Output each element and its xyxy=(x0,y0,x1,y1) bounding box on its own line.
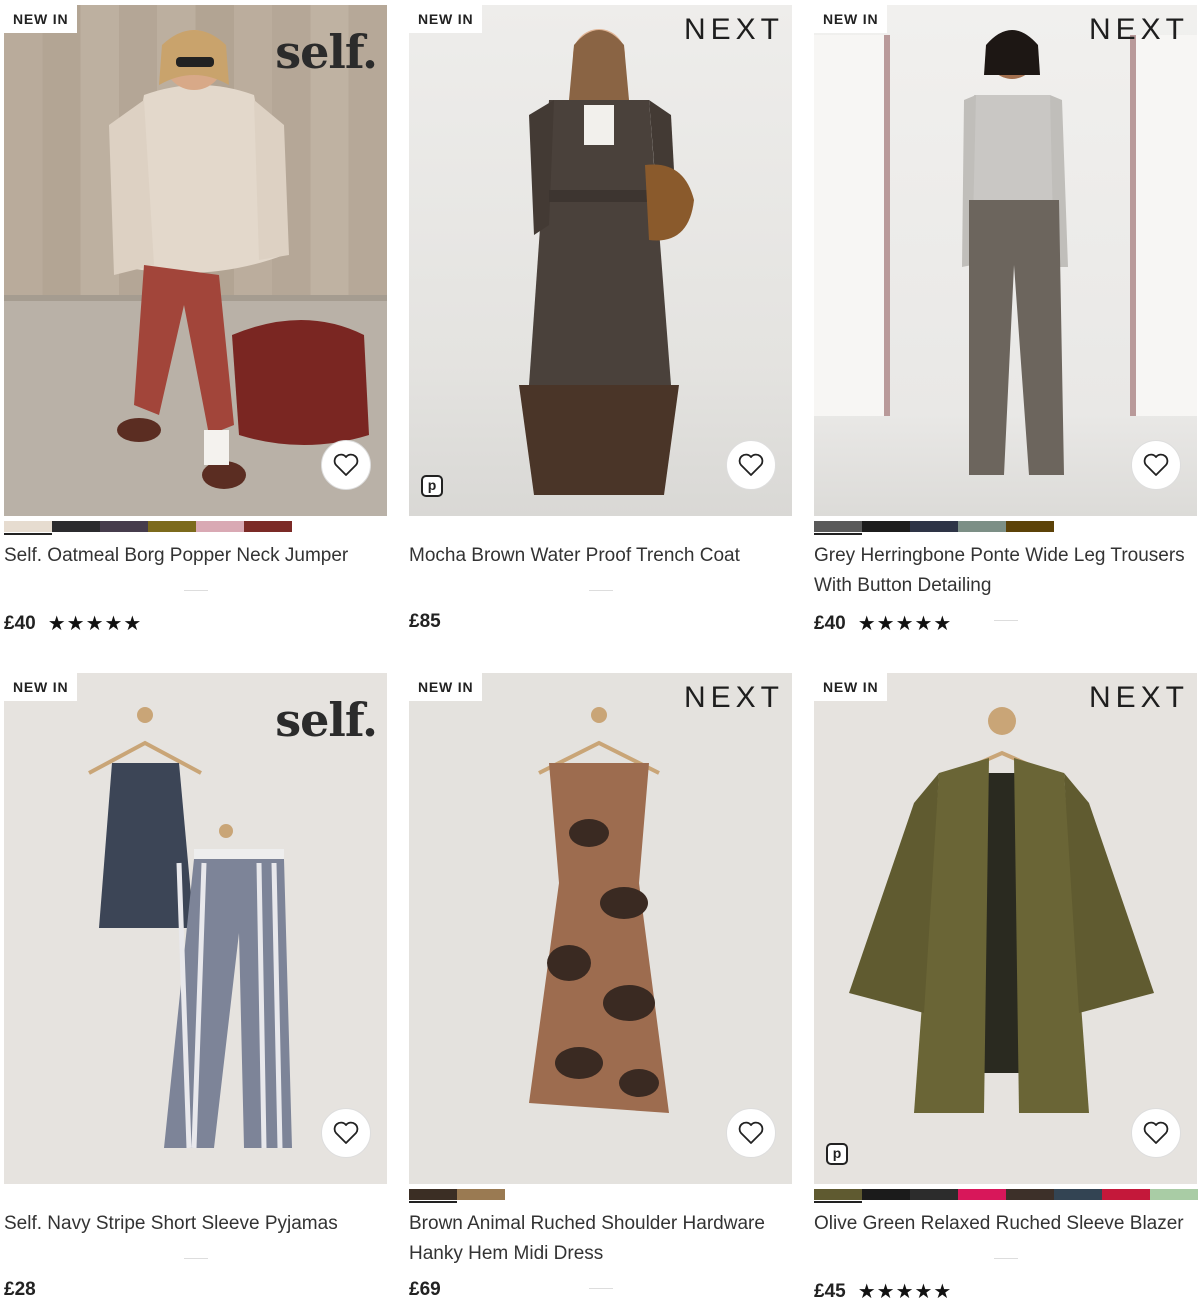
product-price: £40 xyxy=(4,612,36,634)
heart-icon xyxy=(1143,1121,1169,1144)
swatch-pink[interactable] xyxy=(196,521,244,532)
swatch-check[interactable] xyxy=(958,521,1006,532)
product-title[interactable]: Self. Oatmeal Borg Popper Neck Jumper xyxy=(4,541,387,571)
product-image[interactable]: NEW IN NEXT xyxy=(409,673,792,1184)
price-row: £45 ★★★★★ xyxy=(814,1279,952,1298)
star-rating: ★★★★★ xyxy=(47,613,143,635)
wishlist-button[interactable] xyxy=(321,1108,371,1158)
swatch-oatmeal[interactable] xyxy=(4,521,52,535)
brand-logo-next: NEXT xyxy=(1088,681,1189,714)
star-rating: ★★★★★ xyxy=(857,613,953,635)
star-rating: ★★★★★ xyxy=(857,1281,953,1298)
swatch-red[interactable] xyxy=(1102,1189,1150,1200)
swatch-black[interactable] xyxy=(862,1189,910,1200)
heart-icon xyxy=(738,453,764,476)
swatch-black[interactable] xyxy=(862,521,910,532)
divider xyxy=(184,590,208,591)
brand-logo-next: NEXT xyxy=(683,681,784,714)
swatch-khaki[interactable] xyxy=(148,521,196,532)
new-in-badge: NEW IN xyxy=(409,673,483,701)
new-in-badge: NEW IN xyxy=(4,673,78,701)
brand-logo-self: self. xyxy=(275,693,378,747)
price-row: £85 xyxy=(409,611,441,633)
wishlist-button[interactable] xyxy=(321,440,371,490)
product-price: £40 xyxy=(814,612,846,634)
dress-illustration xyxy=(529,707,669,1113)
product-price: £85 xyxy=(409,611,441,632)
product-price: £69 xyxy=(409,1279,441,1298)
divider xyxy=(994,620,1018,621)
brand-logo-next: NEXT xyxy=(1088,13,1189,46)
trench-coat-illustration xyxy=(519,29,694,495)
pay-in-3-icon: p xyxy=(421,475,443,497)
wishlist-button[interactable] xyxy=(1131,1108,1181,1158)
product-image[interactable]: NEW IN NEXT p xyxy=(814,673,1197,1184)
price-row: £40 ★★★★★ xyxy=(4,611,142,636)
heart-icon xyxy=(738,1121,764,1144)
new-in-badge: NEW IN xyxy=(409,5,483,33)
divider xyxy=(994,1258,1018,1259)
swatch-brown[interactable] xyxy=(1006,521,1054,532)
wishlist-button[interactable] xyxy=(1131,440,1181,490)
swatch-black[interactable] xyxy=(52,521,100,532)
heart-icon xyxy=(1143,453,1169,476)
woman-sitting-illustration xyxy=(4,30,387,516)
product-title[interactable]: Brown Animal Ruched Shoulder Hardware Ha… xyxy=(409,1209,792,1269)
colour-swatches xyxy=(4,521,292,535)
pay-in-3-icon: p xyxy=(826,1143,848,1165)
brand-logo-next: NEXT xyxy=(683,13,784,46)
price-row: £28 xyxy=(4,1279,36,1298)
product-image[interactable]: NEW IN self. xyxy=(4,673,387,1184)
product-image[interactable]: NEW IN self. xyxy=(4,5,387,516)
new-in-badge: NEW IN xyxy=(814,673,888,701)
product-image[interactable]: NEW IN NEXT p xyxy=(409,5,792,516)
price-row: £69 xyxy=(409,1279,441,1298)
swatch-navy[interactable] xyxy=(910,521,958,532)
product-image[interactable]: NEW IN NEXT xyxy=(814,5,1197,516)
wishlist-button[interactable] xyxy=(726,1108,776,1158)
swatch-olive[interactable] xyxy=(814,1189,862,1203)
divider xyxy=(589,590,613,591)
product-price: £28 xyxy=(4,1279,36,1298)
wishlist-button[interactable] xyxy=(726,440,776,490)
pyjamas-illustration xyxy=(88,707,292,1149)
product-title[interactable]: Self. Navy Stripe Short Sleeve Pyjamas xyxy=(4,1209,387,1239)
price-row: £40 ★★★★★ xyxy=(814,611,952,636)
divider xyxy=(184,1258,208,1259)
swatch-charcoal[interactable] xyxy=(100,521,148,532)
swatch-pink[interactable] xyxy=(958,1189,1006,1200)
colour-swatches xyxy=(409,1189,505,1203)
new-in-badge: NEW IN xyxy=(4,5,78,33)
swatch-brown[interactable] xyxy=(1006,1189,1054,1200)
swatch-brown-animal[interactable] xyxy=(409,1189,457,1203)
swatch-tan-animal[interactable] xyxy=(457,1189,505,1200)
swatch-charcoal[interactable] xyxy=(910,1189,958,1200)
brand-logo-self: self. xyxy=(275,25,378,79)
swatch-grey[interactable] xyxy=(814,521,862,535)
colour-swatches xyxy=(814,1189,1198,1203)
product-price: £45 xyxy=(814,1280,846,1298)
product-title[interactable]: Grey Herringbone Ponte Wide Leg Trousers… xyxy=(814,541,1197,601)
divider xyxy=(589,1288,613,1289)
swatch-mint[interactable] xyxy=(1150,1189,1198,1200)
swatch-navy[interactable] xyxy=(1054,1189,1102,1200)
heart-icon xyxy=(333,1121,359,1144)
product-title[interactable]: Mocha Brown Water Proof Trench Coat xyxy=(409,541,792,571)
colour-swatches xyxy=(814,521,1054,535)
grey-trousers-illustration xyxy=(814,30,1197,475)
blazer-illustration xyxy=(849,707,1154,1113)
product-title[interactable]: Olive Green Relaxed Ruched Sleeve Blazer xyxy=(814,1209,1197,1239)
heart-icon xyxy=(333,453,359,476)
new-in-badge: NEW IN xyxy=(814,5,888,33)
swatch-burgundy[interactable] xyxy=(244,521,292,532)
